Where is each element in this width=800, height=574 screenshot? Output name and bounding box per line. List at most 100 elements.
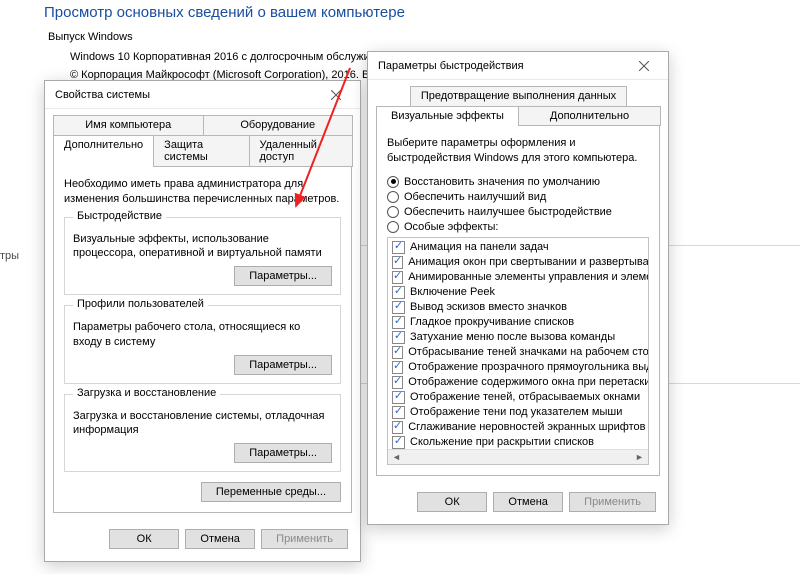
tab-advanced[interactable]: Дополнительно	[53, 135, 154, 167]
effect-label: Отображение содержимого окна при перетас…	[408, 376, 649, 388]
checkbox-icon	[392, 241, 405, 254]
cancel-button[interactable]: Отмена	[185, 529, 255, 549]
dialog-title: Параметры быстродействия	[378, 60, 524, 72]
admin-note: Необходимо иметь права администратора дл…	[64, 177, 341, 207]
checkbox-icon	[392, 331, 405, 344]
radio-icon	[387, 191, 399, 203]
radio-label: Обеспечить наилучшее быстродействие	[404, 206, 612, 218]
effect-checkbox[interactable]: Анимированные элементы управления и элем…	[392, 270, 644, 285]
checkbox-icon	[392, 316, 405, 329]
effect-checkbox[interactable]: Включение Peek	[392, 285, 644, 300]
effect-label: Отображение теней, отбрасываемых окнами	[410, 391, 640, 403]
performance-options-dialog: Параметры быстродействия Предотвращение …	[367, 51, 669, 525]
effect-label: Включение Peek	[410, 286, 495, 298]
tab-dep[interactable]: Предотвращение выполнения данных	[410, 86, 627, 106]
effect-label: Отображение тени под указателем мыши	[410, 406, 622, 418]
radio-label: Восстановить значения по умолчанию	[404, 176, 600, 188]
close-icon[interactable]	[318, 84, 354, 106]
radio-option[interactable]: Обеспечить наилучший вид	[387, 191, 649, 203]
effect-label: Отображение прозрачного прямоугольника в…	[408, 361, 649, 373]
effects-list[interactable]: Анимация на панели задач Анимация окон пр…	[387, 237, 649, 465]
group-desc-profiles: Параметры рабочего стола, относящиеся ко…	[73, 320, 332, 349]
scroll-left-icon[interactable]: ◄	[389, 450, 404, 463]
perfopts-footer: ОК Отмена Применить	[368, 482, 668, 524]
effect-checkbox[interactable]: Отображение тени под указателем мыши	[392, 405, 644, 420]
effect-checkbox[interactable]: Анимация на панели задач	[392, 240, 644, 255]
perfopts-tabs-row2: Визуальные эффекты Дополнительно	[376, 106, 660, 126]
horizontal-scrollbar[interactable]: ◄ ►	[388, 449, 648, 464]
effect-label: Затухание меню после вызова команды	[410, 331, 615, 343]
effect-label: Вывод эскизов вместо значков	[410, 301, 567, 313]
effect-label: Анимированные элементы управления и элем…	[408, 271, 649, 283]
group-boot: Загрузка и восстановление Загрузка и вос…	[64, 394, 341, 473]
titlebar-perfopts: Параметры быстродействия	[368, 52, 668, 80]
group-title-perf: Быстродействие	[73, 210, 166, 222]
radio-icon	[387, 221, 399, 233]
radio-label: Обеспечить наилучший вид	[404, 191, 546, 203]
checkbox-icon	[392, 301, 405, 314]
sysprops-tabs-row2: Дополнительно Защита системы Удаленный д…	[53, 135, 352, 167]
sysprops-footer: ОК Отмена Применить	[45, 519, 360, 561]
effect-label: Анимация окон при свертывании и разверты…	[408, 256, 649, 268]
visual-effects-panel: Выберите параметры оформления и быстроде…	[376, 125, 660, 476]
scroll-right-icon[interactable]: ►	[632, 450, 647, 463]
checkbox-icon	[392, 271, 403, 284]
effect-label: Анимация на панели задач	[410, 241, 549, 253]
group-profiles: Профили пользователей Параметры рабочего…	[64, 305, 341, 384]
effect-checkbox[interactable]: Затухание меню после вызова команды	[392, 330, 644, 345]
tab-visual-effects[interactable]: Визуальные эффекты	[376, 106, 519, 126]
apply-button[interactable]: Применить	[261, 529, 348, 549]
effect-label: Гладкое прокручивание списков	[410, 316, 574, 328]
effect-checkbox[interactable]: Отбрасывание теней значками на рабочем с…	[392, 345, 644, 360]
tab-hardware[interactable]: Оборудование	[203, 115, 354, 135]
effect-checkbox[interactable]: Отображение прозрачного прямоугольника в…	[392, 360, 644, 375]
group-desc-boot: Загрузка и восстановление системы, отлад…	[73, 409, 332, 438]
group-performance: Быстродействие Визуальные эффекты, испол…	[64, 217, 341, 296]
effect-checkbox[interactable]: Вывод эскизов вместо значков	[392, 300, 644, 315]
radio-option[interactable]: Обеспечить наилучшее быстродействие	[387, 206, 649, 218]
effect-checkbox[interactable]: Отображение содержимого окна при перетас…	[392, 375, 644, 390]
checkbox-icon	[392, 376, 403, 389]
sysprops-advanced-panel: Необходимо иметь права администратора дл…	[53, 166, 352, 513]
edition-heading: Выпуск Windows	[48, 31, 800, 43]
radio-label: Особые эффекты:	[404, 221, 498, 233]
effect-checkbox[interactable]: Анимация окон при свертывании и разверты…	[392, 255, 644, 270]
checkbox-icon	[392, 421, 403, 434]
cancel-button[interactable]: Отмена	[493, 492, 563, 512]
sidebar-fragment: тры	[0, 250, 19, 262]
tab-system-protection[interactable]: Защита системы	[153, 135, 249, 167]
effect-label: Скольжение при раскрытии списков	[410, 436, 594, 448]
profiles-settings-button[interactable]: Параметры...	[234, 355, 332, 375]
checkbox-icon	[392, 286, 405, 299]
tab-remote[interactable]: Удаленный доступ	[249, 135, 354, 167]
env-vars-button[interactable]: Переменные среды...	[201, 482, 341, 502]
radio-option[interactable]: Особые эффекты:	[387, 221, 649, 233]
intro-text: Выберите параметры оформления и быстроде…	[387, 136, 649, 166]
checkbox-icon	[392, 391, 405, 404]
tab-computer-name[interactable]: Имя компьютера	[53, 115, 204, 135]
tab-advanced-perf[interactable]: Дополнительно	[518, 106, 661, 126]
boot-settings-button[interactable]: Параметры...	[234, 443, 332, 463]
effect-checkbox[interactable]: Отображение теней, отбрасываемых окнами	[392, 390, 644, 405]
radios: Восстановить значения по умолчанию Обеспе…	[387, 176, 649, 233]
checkbox-icon	[392, 256, 403, 269]
group-title-profiles: Профили пользователей	[73, 298, 208, 310]
effect-checkbox[interactable]: Скольжение при раскрытии списков	[392, 435, 644, 450]
apply-button[interactable]: Применить	[569, 492, 656, 512]
page-title: Просмотр основных сведений о вашем компь…	[44, 4, 800, 21]
titlebar-sysprops: Свойства системы	[45, 81, 360, 109]
checkbox-icon	[392, 361, 403, 374]
effect-checkbox[interactable]: Гладкое прокручивание списков	[392, 315, 644, 330]
radio-icon	[387, 176, 399, 188]
close-icon[interactable]	[626, 55, 662, 77]
radio-icon	[387, 206, 399, 218]
effect-checkbox[interactable]: Сглаживание неровностей экранных шрифтов	[392, 420, 644, 435]
radio-option[interactable]: Восстановить значения по умолчанию	[387, 176, 649, 188]
checkbox-icon	[392, 436, 405, 449]
ok-button[interactable]: ОК	[417, 492, 487, 512]
group-title-boot: Загрузка и восстановление	[73, 387, 220, 399]
system-properties-dialog: Свойства системы Имя компьютера Оборудов…	[44, 80, 361, 562]
performance-settings-button[interactable]: Параметры...	[234, 266, 332, 286]
effect-label: Отбрасывание теней значками на рабочем с…	[408, 346, 649, 358]
ok-button[interactable]: ОК	[109, 529, 179, 549]
